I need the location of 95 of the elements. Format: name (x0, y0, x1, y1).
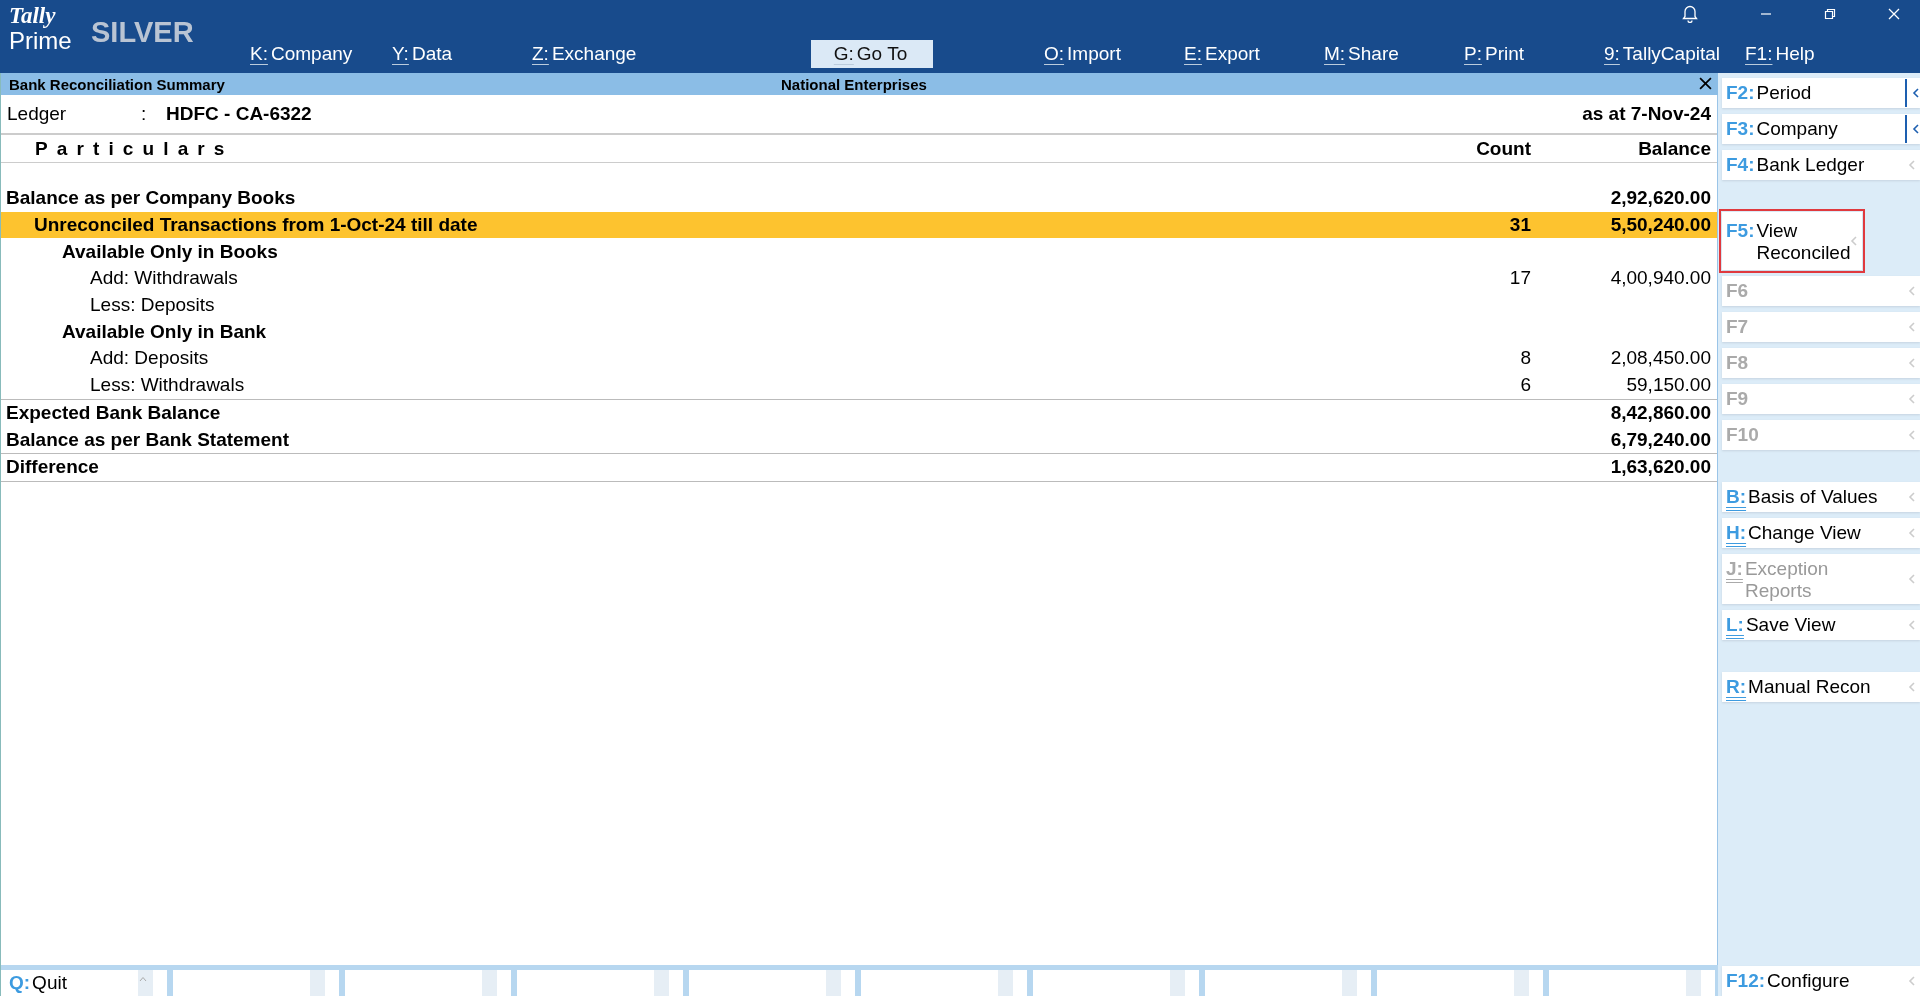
column-header: Particulars (34, 137, 235, 160)
menu-item[interactable]: P:Print (1453, 40, 1593, 68)
count-cell-text: 6 (1519, 374, 1531, 397)
logo-brand: Tally (9, 4, 57, 28)
shortcut-key: J: (1726, 558, 1743, 580)
particulars-cell-text: Add: Deposits (89, 347, 210, 370)
function-key-slot[interactable] (1205, 970, 1371, 996)
report-title: Bank Reconciliation Summary (9, 75, 226, 93)
close-icon[interactable] (1699, 77, 1712, 90)
report-row[interactable]: Available Only in Books (1, 238, 1717, 266)
column-header: Count (1475, 137, 1531, 160)
shortcut-key: L: (1726, 614, 1744, 636)
report-row[interactable]: Difference 1,63,620.00 (1, 453, 1717, 481)
logo-product: Prime (9, 28, 73, 54)
report-date: as at 7-Nov-24 (1582, 103, 1711, 125)
ledger-label: Ledger (7, 103, 68, 125)
side-panel-button[interactable]: F2:Period (1722, 78, 1920, 108)
function-key-slot[interactable] (1033, 970, 1199, 996)
balance-cell-text: 1,63,620.00 (1609, 456, 1712, 479)
menu-item[interactable]: E:Export (1173, 40, 1313, 68)
company-name: National Enterprises (781, 75, 927, 93)
report-row[interactable]: Balance as per Company Books 2,92,620.00 (1, 185, 1717, 212)
balance-cell-text: 6,79,240.00 (1609, 428, 1712, 451)
side-panel-button[interactable]: H:Change View (1722, 518, 1920, 548)
shortcut-key: F2: (1726, 82, 1755, 104)
report-row[interactable]: Less: Deposits (1, 291, 1717, 319)
particulars-cell-text: Available Only in Books (61, 240, 279, 263)
function-key-slot[interactable] (517, 970, 683, 996)
particulars-cell-text: Add: Withdrawals (89, 267, 239, 290)
menu-item[interactable]: 9:TallyCapital (1593, 40, 1734, 68)
side-panel-button[interactable]: R:Manual Recon (1722, 672, 1920, 702)
balance-cell-text: 59,150.00 (1625, 374, 1712, 397)
report-row[interactable]: Add: Deposits 8 2,08,450.00 (1, 345, 1717, 372)
shortcut-key: F9 (1726, 388, 1749, 410)
function-key-slot[interactable] (689, 970, 855, 996)
balance-cell-text: 4,00,940.00 (1609, 267, 1712, 290)
particulars-cell-text: Expected Bank Balance (5, 401, 222, 424)
chevron-left-icon[interactable] (1905, 115, 1920, 143)
side-panel-button[interactable]: F5:View Reconciled (1722, 212, 1862, 270)
shortcut-key: F6 (1726, 280, 1749, 302)
count-cell-text: 8 (1519, 347, 1531, 370)
quit-button[interactable]: Q:Quit (1, 970, 167, 996)
report-row[interactable]: Expected Bank Balance 8,42,860.00 (1, 399, 1717, 427)
report-row[interactable]: Balance as per Bank Statement 6,79,240.00 (1, 426, 1717, 453)
shortcut-key: F10 (1726, 424, 1759, 446)
menu-item[interactable]: O:Import (1033, 40, 1173, 68)
chevron-left-icon[interactable] (1905, 79, 1920, 107)
ledger-name: HDFC - CA-6322 (166, 103, 313, 125)
menu-item[interactable]: M:Share (1313, 40, 1453, 68)
shortcut-key: B: (1726, 486, 1747, 508)
menu-item[interactable]: Z:Exchange (521, 40, 811, 68)
report-row[interactable]: Less: Withdrawals 6 59,150.00 (1, 371, 1717, 399)
side-panel-button[interactable]: F4:Bank Ledger (1722, 150, 1920, 180)
shortcut-key: F7 (1726, 316, 1749, 338)
function-key-slot[interactable] (1549, 970, 1715, 996)
caret-up-icon (139, 976, 147, 982)
report-row[interactable]: Add: Withdrawals 17 4,00,940.00 (1, 265, 1717, 292)
menu-item[interactable]: K:Company (239, 40, 381, 68)
shortcut-key: F4: (1726, 154, 1755, 176)
particulars-cell-text: Available Only in Bank (61, 320, 268, 343)
balance-cell-text: 5,50,240.00 (1609, 214, 1712, 237)
particulars-cell-text: Balance as per Company Books (5, 187, 297, 210)
report-row[interactable]: Unreconciled Transactions from 1-Oct-24 till date 31 5,50,240.00 (1, 211, 1717, 239)
particulars-cell-text: Difference (5, 456, 100, 479)
balance-cell-text: 8,42,860.00 (1609, 401, 1712, 424)
column-header: Balance (1637, 137, 1712, 160)
function-key-slot[interactable] (1377, 970, 1543, 996)
restore-icon[interactable] (1824, 8, 1836, 20)
particulars-cell-text: Unreconciled Transactions from 1-Oct-24 till date (33, 214, 479, 237)
count-cell-text: 31 (1508, 214, 1531, 237)
menu-item[interactable]: F1:Help (1734, 40, 1829, 68)
side-panel-button[interactable]: F3:Company (1722, 114, 1920, 144)
shortcut-key: R: (1726, 676, 1747, 698)
configure-button[interactable]: F12:Configure (1722, 966, 1920, 996)
shortcut-key: F8 (1726, 352, 1749, 374)
side-panel-button[interactable]: B:Basis of Values (1722, 482, 1920, 512)
function-key-slot[interactable] (173, 970, 339, 996)
particulars-cell-text: Less: Withdrawals (89, 374, 246, 397)
function-key-slot[interactable] (861, 970, 1027, 996)
menu-item[interactable]: G:Go To (811, 40, 933, 68)
menu-item[interactable]: Y:Data (381, 40, 521, 68)
balance-cell-text: 2,92,620.00 (1609, 187, 1712, 210)
bell-icon[interactable] (1682, 5, 1698, 23)
function-key-slot[interactable] (345, 970, 511, 996)
shortcut-key: F5: (1726, 220, 1755, 242)
side-panel-button[interactable]: L:Save View (1722, 610, 1920, 640)
shortcut-key: H: (1726, 522, 1747, 544)
particulars-cell-text: Balance as per Bank Statement (5, 428, 290, 451)
report-row[interactable]: Available Only in Bank (1, 318, 1717, 346)
edition-label: SILVER (90, 15, 195, 50)
balance-cell-text: 2,08,450.00 (1609, 347, 1712, 370)
shortcut-key: F3: (1726, 118, 1755, 140)
particulars-cell-text: Less: Deposits (89, 294, 216, 317)
ledger-separator: : (141, 103, 148, 125)
count-cell-text: 17 (1508, 267, 1531, 290)
